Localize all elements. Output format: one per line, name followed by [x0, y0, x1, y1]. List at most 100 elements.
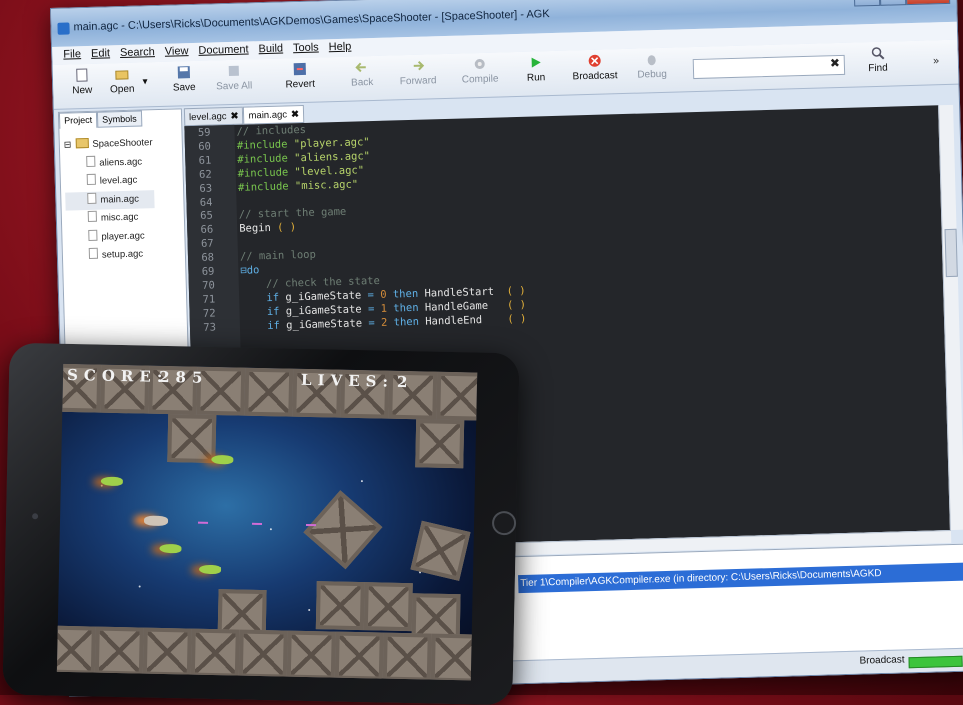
lives-label: LIVES: [301, 371, 394, 391]
line-number: 69 [188, 266, 214, 279]
gear-icon [473, 57, 487, 71]
crate [287, 631, 336, 680]
tab-level-agc[interactable]: level.agc✖ [184, 107, 244, 127]
find-label: Find [868, 63, 888, 75]
save-label: Save [173, 82, 196, 94]
menu-search[interactable]: Search [115, 44, 160, 63]
line-number: 64 [186, 196, 212, 209]
score-value: 285 [159, 368, 209, 387]
home-button [492, 511, 516, 535]
back-label: Back [351, 77, 374, 89]
scrollbar-thumb[interactable] [945, 229, 958, 277]
menu-tools[interactable]: Tools [288, 39, 324, 58]
code-text: // main loop [240, 249, 316, 263]
tree-file-setup[interactable]: setup.agc [67, 245, 156, 266]
back-button[interactable]: Back [337, 60, 388, 89]
broadcast-icon [587, 54, 601, 68]
player-ship [144, 516, 168, 527]
crate [415, 419, 464, 468]
alien-ship [101, 477, 123, 486]
minimize-button[interactable]: – [854, 0, 881, 7]
close-button[interactable]: ✕ [906, 0, 951, 5]
line-number: 63 [186, 182, 212, 195]
tab-project[interactable]: Project [59, 112, 97, 129]
find-clear-icon[interactable]: ✖ [830, 56, 840, 70]
menu-help[interactable]: Help [323, 38, 356, 57]
code-text: ⊟do [240, 264, 259, 277]
save-all-icon [227, 64, 241, 78]
revert-label: Revert [285, 79, 315, 91]
tree-file-player[interactable]: player.agc [66, 227, 155, 248]
crate [303, 490, 382, 569]
back-arrow-icon [355, 60, 369, 74]
broadcast-indicator [908, 656, 962, 669]
window-title: main.agc - C:\Users\Ricks\Documents\AGKD… [73, 8, 549, 33]
crate [436, 372, 477, 421]
bug-icon [644, 52, 658, 66]
folder-icon [75, 138, 88, 148]
forward-button[interactable]: Forward [393, 58, 444, 87]
forward-label: Forward [400, 75, 437, 87]
code-text: #include "player.agc" [237, 136, 370, 152]
project-root[interactable]: ⊟SpaceShooter [64, 134, 153, 155]
maximize-button[interactable]: □ [880, 0, 907, 6]
camera-icon [32, 513, 38, 519]
tree-file-aliens[interactable]: aliens.agc [64, 153, 153, 174]
magnifier-icon [870, 46, 884, 60]
new-file-icon [75, 68, 89, 82]
crate [95, 627, 144, 676]
alien-ship [199, 565, 221, 574]
code-text: #include "misc.agc" [238, 178, 358, 193]
save-icon [177, 65, 191, 79]
tab-symbols[interactable]: Symbols [97, 110, 142, 127]
new-label: New [72, 85, 92, 97]
run-button[interactable]: Run [511, 55, 562, 84]
run-label: Run [527, 72, 546, 84]
broadcast-button[interactable]: Broadcast [565, 53, 626, 83]
compile-button[interactable]: Compile [455, 56, 506, 85]
output-line[interactable]: Tier 1\Compiler\AGKCompiler.exe (in dire… [518, 563, 963, 594]
line-number: 72 [189, 307, 215, 320]
close-tab-icon[interactable]: ✖ [230, 111, 238, 122]
save-button[interactable]: Save [159, 65, 210, 94]
line-number: 65 [187, 210, 213, 223]
code-text: // start the game [239, 206, 347, 221]
close-tab-icon[interactable]: ✖ [291, 109, 299, 120]
code-text: #include "level.agc" [238, 164, 365, 180]
menu-edit[interactable]: Edit [86, 45, 115, 64]
menu-document[interactable]: Document [193, 41, 254, 61]
debug-button[interactable]: Debug [626, 52, 677, 81]
lives-value: 2 [397, 373, 414, 391]
find-button[interactable]: Find [852, 45, 903, 74]
line-number: 60 [185, 140, 211, 153]
line-number: 68 [188, 252, 214, 265]
tree-file-misc[interactable]: misc.agc [66, 208, 155, 229]
crate [335, 632, 384, 681]
compile-label: Compile [462, 74, 499, 86]
alien-ship [159, 544, 181, 553]
find-input[interactable] [693, 55, 845, 79]
crate [191, 629, 240, 678]
line-number: 62 [186, 168, 212, 181]
tree-file-level[interactable]: level.agc [65, 171, 154, 192]
menu-file[interactable]: File [58, 46, 86, 65]
crate [239, 630, 288, 679]
crate [167, 414, 216, 463]
tree-file-main[interactable]: main.agc [65, 190, 154, 211]
tab-main-agc[interactable]: main.agc✖ [243, 105, 304, 125]
tablet-device: SCORE: 285 LIVES: 2 [2, 343, 519, 705]
toolbar-overflow-icon[interactable]: » [933, 54, 940, 67]
file-icon [87, 174, 96, 185]
game-screen: SCORE: 285 LIVES: 2 [57, 364, 477, 681]
play-icon [529, 55, 543, 69]
revert-button[interactable]: Revert [275, 61, 326, 90]
line-number: 71 [189, 293, 215, 306]
line-number: 61 [185, 154, 211, 167]
menu-build[interactable]: Build [253, 40, 288, 59]
menu-view[interactable]: View [160, 43, 194, 62]
save-all-button[interactable]: Save All [209, 63, 260, 92]
code-text: #include "aliens.agc" [237, 150, 370, 166]
vertical-scrollbar[interactable] [938, 105, 963, 530]
open-dropdown-arrow[interactable]: ▾ [137, 76, 153, 87]
line-number: 73 [190, 321, 216, 334]
